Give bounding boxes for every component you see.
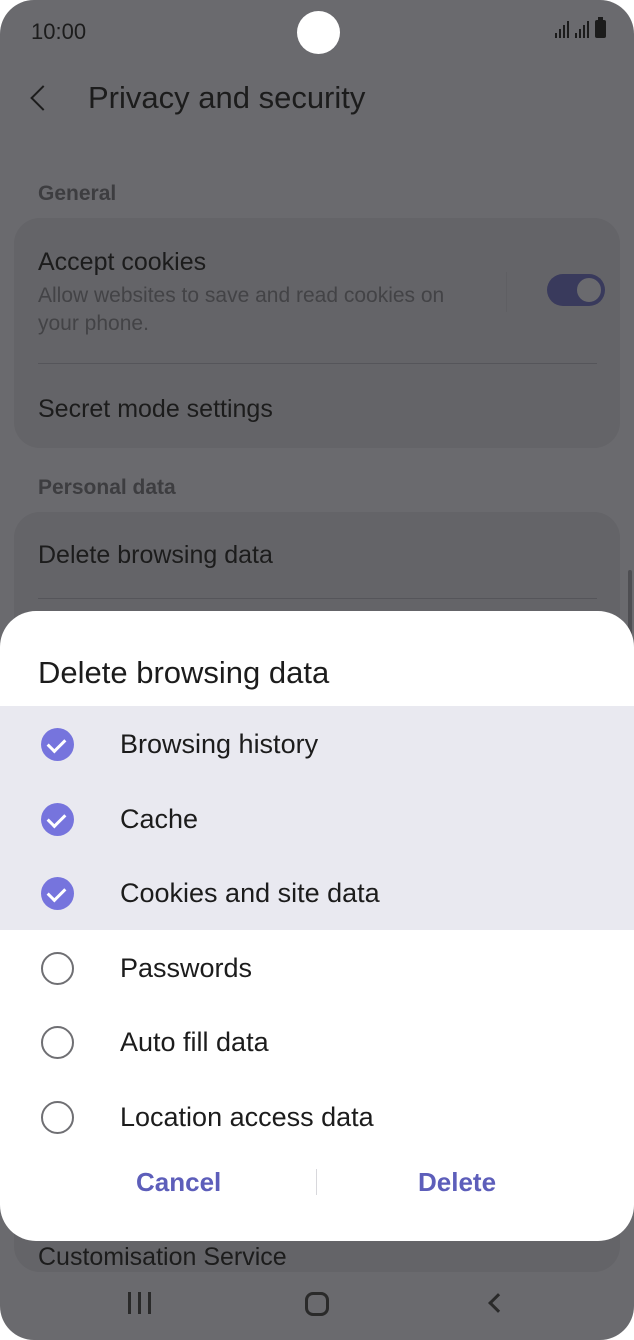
app-bar: Privacy and security <box>0 64 634 134</box>
option-location-access-data[interactable]: Location access data <box>0 1080 634 1154</box>
checked-circle-icon[interactable] <box>41 803 74 836</box>
button-divider <box>316 1169 317 1195</box>
option-browsing-history[interactable]: Browsing history <box>0 707 634 781</box>
signal-icon <box>555 20 569 38</box>
row-divider <box>506 272 507 312</box>
unchecked-circle-icon[interactable] <box>41 1101 74 1134</box>
recents-icon[interactable] <box>128 1292 151 1314</box>
accept-cookies-toggle[interactable] <box>547 274 605 306</box>
section-personal-label: Personal data <box>38 476 176 499</box>
signal-icon <box>575 20 589 38</box>
chevron-left-icon[interactable] <box>30 85 56 111</box>
section-general-label: General <box>38 182 117 205</box>
option-cache[interactable]: Cache <box>0 782 634 856</box>
dialog-title: Delete browsing data <box>38 655 330 690</box>
option-auto-fill-data[interactable]: Auto fill data <box>0 1005 634 1079</box>
cancel-button[interactable]: Cancel <box>136 1167 221 1198</box>
unchecked-circle-icon[interactable] <box>41 1026 74 1059</box>
accept-cookies-title[interactable]: Accept cookies <box>38 248 206 277</box>
option-label: Browsing history <box>120 729 319 759</box>
navigation-bar <box>0 1264 634 1340</box>
option-label: Location access data <box>120 1102 374 1132</box>
home-icon[interactable] <box>305 1292 329 1316</box>
option-cookies-and-site-data[interactable]: Cookies and site data <box>0 856 634 930</box>
secret-mode-settings-item[interactable]: Secret mode settings <box>38 395 273 424</box>
page-title: Privacy and security <box>88 80 366 115</box>
delete-button[interactable]: Delete <box>418 1167 496 1198</box>
delete-browsing-data-dialog: Delete browsing data Browsing history Ca… <box>0 611 634 1241</box>
phone-screen: 10:00 Privacy and security General Accep… <box>0 0 634 1340</box>
option-label: Auto fill data <box>120 1027 269 1057</box>
list-divider <box>38 363 597 364</box>
option-label: Passwords <box>120 953 253 983</box>
battery-icon <box>595 17 606 38</box>
option-label: Cache <box>120 804 199 834</box>
list-divider <box>38 598 597 599</box>
unchecked-circle-icon[interactable] <box>41 952 74 985</box>
delete-browsing-data-item[interactable]: Delete browsing data <box>38 541 273 570</box>
checked-circle-icon[interactable] <box>41 877 74 910</box>
front-camera <box>297 11 340 54</box>
option-passwords[interactable]: Passwords <box>0 931 634 1005</box>
status-time: 10:00 <box>31 19 87 44</box>
option-label: Cookies and site data <box>120 878 380 908</box>
accept-cookies-subtitle: Allow websites to save and read cookies … <box>38 284 445 335</box>
status-icons <box>555 17 606 38</box>
back-icon[interactable] <box>488 1293 508 1313</box>
checked-circle-icon[interactable] <box>41 728 74 761</box>
status-bar: 10:00 <box>0 0 634 64</box>
